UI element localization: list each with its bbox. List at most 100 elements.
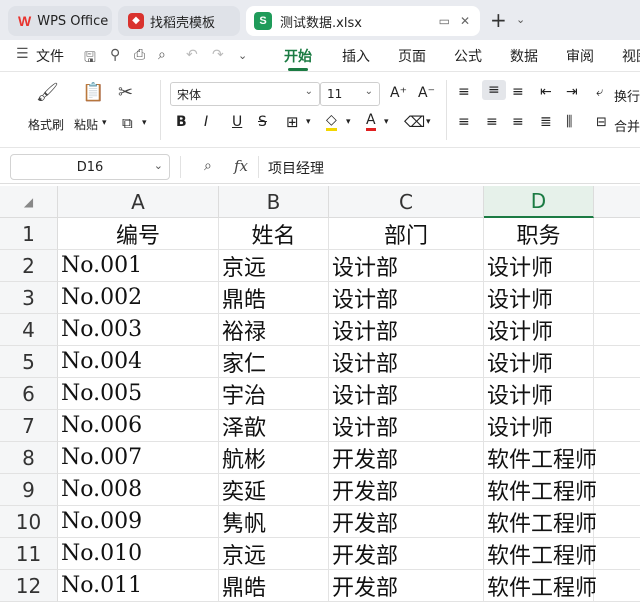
copy-dropdown-icon[interactable]: ▾ — [142, 118, 147, 128]
table-cell[interactable]: No.011 — [58, 570, 219, 602]
table-cell[interactable]: No.004 — [58, 346, 219, 378]
table-cell[interactable] — [594, 410, 640, 442]
menu-home[interactable]: 开始 — [284, 46, 312, 71]
table-cell[interactable] — [594, 250, 640, 282]
table-cell[interactable]: 京远 — [219, 538, 329, 570]
menu-file[interactable]: 文件 — [36, 46, 64, 66]
table-cell[interactable]: No.008 — [58, 474, 219, 506]
paste-icon[interactable]: 📋 — [82, 82, 104, 103]
column-header-e[interactable] — [594, 186, 640, 218]
format-painter-icon[interactable]: 🖌 — [36, 82, 59, 103]
borders-dropdown-icon[interactable]: ▾ — [306, 117, 311, 127]
table-cell[interactable]: 软件工程师 — [484, 506, 597, 538]
row-header[interactable]: 3 — [0, 282, 58, 314]
table-cell[interactable]: No.005 — [58, 378, 219, 410]
table-cell[interactable]: 设计部 — [329, 378, 484, 410]
row-header[interactable]: 6 — [0, 378, 58, 410]
table-cell[interactable]: No.007 — [58, 442, 219, 474]
table-cell[interactable]: 京远 — [219, 250, 329, 282]
close-tab-icon[interactable]: ✕ — [460, 14, 470, 28]
table-cell[interactable]: 设计部 — [329, 314, 484, 346]
table-cell[interactable]: No.002 — [58, 282, 219, 314]
table-cell[interactable]: No.003 — [58, 314, 219, 346]
borders-icon[interactable]: ⊞ — [286, 113, 299, 131]
fill-color-icon[interactable]: ◇ — [326, 112, 337, 131]
name-box[interactable]: D16 ⌄ — [10, 154, 170, 180]
format-painter-button[interactable]: 格式刷 — [28, 116, 64, 133]
table-cell[interactable] — [594, 442, 640, 474]
table-cell[interactable]: 软件工程师 — [484, 570, 597, 602]
header-cell[interactable]: 职务 — [484, 218, 594, 250]
font-name-select[interactable]: 宋体 ⌄ — [170, 82, 320, 106]
merge-button[interactable]: 合并 — [614, 116, 640, 135]
menu-view[interactable]: 视图 — [622, 46, 640, 66]
increase-font-icon[interactable]: A⁺ — [390, 85, 407, 101]
column-header-d[interactable]: D — [484, 186, 594, 218]
menu-data[interactable]: 数据 — [510, 46, 538, 66]
paste-dropdown-icon[interactable]: ▾ — [102, 118, 107, 128]
table-cell[interactable]: 鼎皓 — [219, 282, 329, 314]
font-size-select[interactable]: 11 ⌄ — [320, 82, 380, 106]
table-cell[interactable]: 软件工程师 — [484, 442, 597, 474]
menu-insert[interactable]: 插入 — [342, 46, 370, 66]
table-cell[interactable]: 设计部 — [329, 250, 484, 282]
tab-wps-office[interactable]: W WPS Office — [8, 6, 112, 36]
save-icon[interactable]: 🖫 — [84, 47, 96, 71]
tab-template[interactable]: ◆ 找稻壳模板 — [118, 6, 240, 36]
table-cell[interactable] — [594, 570, 640, 602]
decrease-indent-icon[interactable]: ⇤ — [540, 84, 552, 100]
table-cell[interactable]: No.009 — [58, 506, 219, 538]
copy-icon[interactable]: ⧉ — [122, 114, 133, 132]
font-color-icon[interactable]: A — [366, 112, 376, 131]
header-cell[interactable] — [594, 218, 640, 250]
header-cell[interactable]: 编号 — [58, 218, 219, 250]
menu-review[interactable]: 审阅 — [566, 46, 594, 66]
table-cell[interactable]: 泽歆 — [219, 410, 329, 442]
eraser-dropdown-icon[interactable]: ▾ — [426, 117, 431, 127]
row-header[interactable]: 10 — [0, 506, 58, 538]
table-cell[interactable]: 设计师 — [484, 346, 594, 378]
table-cell[interactable]: No.001 — [58, 250, 219, 282]
underline-icon[interactable]: U — [232, 114, 242, 130]
table-cell[interactable]: 设计师 — [484, 410, 594, 442]
eraser-icon[interactable]: ⌫ — [404, 113, 425, 131]
table-cell[interactable] — [594, 314, 640, 346]
row-header[interactable]: 4 — [0, 314, 58, 346]
table-cell[interactable]: 开发部 — [329, 506, 484, 538]
cut-icon[interactable]: ✂ — [118, 82, 133, 103]
align-top-icon[interactable]: ≡ — [458, 84, 470, 100]
row-header[interactable]: 1 — [0, 218, 58, 250]
table-cell[interactable]: 家仁 — [219, 346, 329, 378]
hamburger-icon[interactable]: ☰ — [16, 46, 29, 62]
print-icon[interactable]: ⎙ — [134, 47, 145, 63]
table-cell[interactable]: 开发部 — [329, 570, 484, 602]
row-header[interactable]: 8 — [0, 442, 58, 474]
table-cell[interactable]: 设计师 — [484, 282, 594, 314]
formula-input[interactable]: 项目经理 — [268, 158, 324, 178]
table-cell[interactable]: 开发部 — [329, 538, 484, 570]
row-header[interactable]: 9 — [0, 474, 58, 506]
table-cell[interactable]: 开发部 — [329, 474, 484, 506]
share-icon[interactable]: ⚲ — [110, 47, 120, 63]
table-cell[interactable]: 航彬 — [219, 442, 329, 474]
row-header[interactable]: 7 — [0, 410, 58, 442]
zoom-search-icon[interactable]: ⌕ — [204, 158, 212, 174]
print-preview-icon[interactable]: ⌕ — [158, 47, 166, 63]
table-cell[interactable]: 开发部 — [329, 442, 484, 474]
column-header-a[interactable]: A — [58, 186, 219, 218]
row-header[interactable]: 11 — [0, 538, 58, 570]
table-cell[interactable]: 设计部 — [329, 282, 484, 314]
table-cell[interactable]: 宇治 — [219, 378, 329, 410]
table-cell[interactable] — [594, 538, 640, 570]
column-header-c[interactable]: C — [329, 186, 484, 218]
more-chevron-icon[interactable]: ⌄ — [238, 49, 247, 62]
justify-icon[interactable]: ≣ — [540, 114, 552, 130]
table-cell[interactable]: 裕禄 — [219, 314, 329, 346]
font-color-dropdown-icon[interactable]: ▾ — [384, 117, 389, 127]
fill-dropdown-icon[interactable]: ▾ — [346, 117, 351, 127]
table-cell[interactable] — [594, 346, 640, 378]
table-cell[interactable]: 软件工程师 — [484, 474, 597, 506]
table-cell[interactable]: 鼎皓 — [219, 570, 329, 602]
wrap-text-button[interactable]: 换行 — [614, 86, 640, 105]
table-cell[interactable]: 设计部 — [329, 410, 484, 442]
